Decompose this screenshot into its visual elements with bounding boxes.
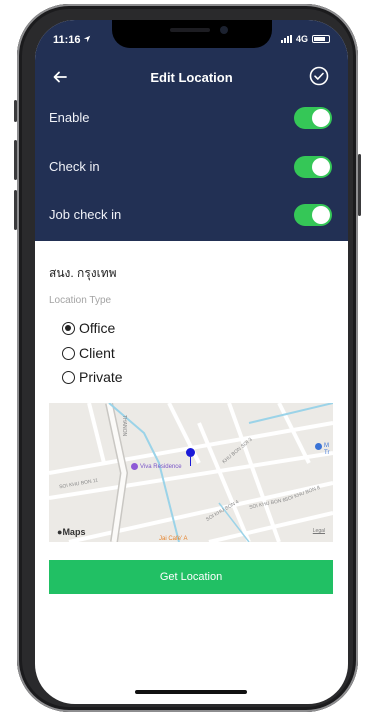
- volume-down-button: [14, 190, 17, 230]
- location-name-field[interactable]: สนง. กรุงเทพ: [49, 264, 117, 283]
- poi-secondary-name: M: [324, 443, 329, 449]
- phone-screen: 11:16 4G Edit Location Enable Check in J…: [35, 20, 348, 704]
- status-time: 11:16: [53, 34, 81, 46]
- toggle-label-enable: Enable: [49, 110, 90, 125]
- switch-knob: [312, 206, 330, 224]
- action-button: [14, 100, 17, 122]
- toggle-label-check-in: Check in: [49, 159, 100, 174]
- radio-client[interactable]: Client: [62, 343, 115, 363]
- signal-icon: [280, 35, 292, 43]
- network-type: 4G: [295, 34, 308, 44]
- radio-unselected-icon: [62, 346, 75, 360]
- poi-label: Viva Residence: [140, 463, 182, 470]
- map-pin-icon[interactable]: [186, 448, 195, 457]
- job-check-in-switch[interactable]: [294, 204, 332, 226]
- location-type-label: Location Type: [49, 295, 112, 306]
- map-pin-stem: [190, 457, 191, 466]
- poi-secondary-sub: Tr: [324, 450, 330, 456]
- poi-label: M Tr: [324, 443, 329, 457]
- enable-switch[interactable]: [294, 107, 332, 129]
- map-poi-viva-residence[interactable]: Viva Residence: [131, 463, 182, 470]
- notch: [112, 20, 272, 48]
- toggle-label-job-check-in: Job check in: [49, 207, 122, 222]
- check-circle-icon[interactable]: [308, 65, 330, 87]
- radio-label-office: Office: [79, 320, 116, 336]
- poi-icon: [131, 463, 138, 470]
- apple-maps-logo: ●Maps: [57, 527, 85, 537]
- navigation-bar: Edit Location: [35, 62, 348, 92]
- switch-knob: [312, 109, 330, 127]
- location-map[interactable]: THANON SOI KHU BON 11 SOI KHU BON 6 KHU …: [49, 403, 333, 542]
- settings-header: 11:16 4G Edit Location Enable Check in J…: [35, 20, 348, 241]
- home-indicator[interactable]: [135, 690, 247, 694]
- radio-label-client: Client: [79, 345, 115, 361]
- location-arrow-icon: [83, 35, 91, 43]
- radio-unselected-icon: [62, 370, 75, 384]
- map-streets: [49, 403, 333, 542]
- map-poi-cafe[interactable]: Jai Cafe' A: [159, 536, 188, 542]
- poi-icon: [315, 443, 322, 450]
- speaker-grille: [170, 28, 210, 32]
- status-indicators: 4G: [280, 34, 330, 44]
- radio-private[interactable]: Private: [62, 367, 123, 387]
- radio-office[interactable]: Office: [62, 318, 115, 338]
- map-street-label: THANON: [121, 415, 127, 437]
- maps-attribution: Maps: [62, 527, 86, 537]
- toggle-row-enable: Enable: [35, 98, 348, 138]
- check-in-switch[interactable]: [294, 156, 332, 178]
- map-poi-secondary[interactable]: M Tr: [315, 443, 329, 457]
- page-title: Edit Location: [150, 70, 233, 85]
- battery-icon: [312, 35, 330, 43]
- get-location-button[interactable]: Get Location: [49, 560, 333, 594]
- front-camera: [220, 26, 228, 34]
- toggle-row-job-check-in: Job check in: [35, 195, 348, 235]
- radio-label-private: Private: [79, 369, 123, 385]
- power-button: [358, 154, 361, 216]
- toggle-row-check-in: Check in: [35, 147, 348, 187]
- switch-knob: [312, 158, 330, 176]
- volume-up-button: [14, 140, 17, 180]
- map-legal-link[interactable]: Legal: [313, 528, 325, 534]
- radio-selected-icon: [62, 321, 75, 335]
